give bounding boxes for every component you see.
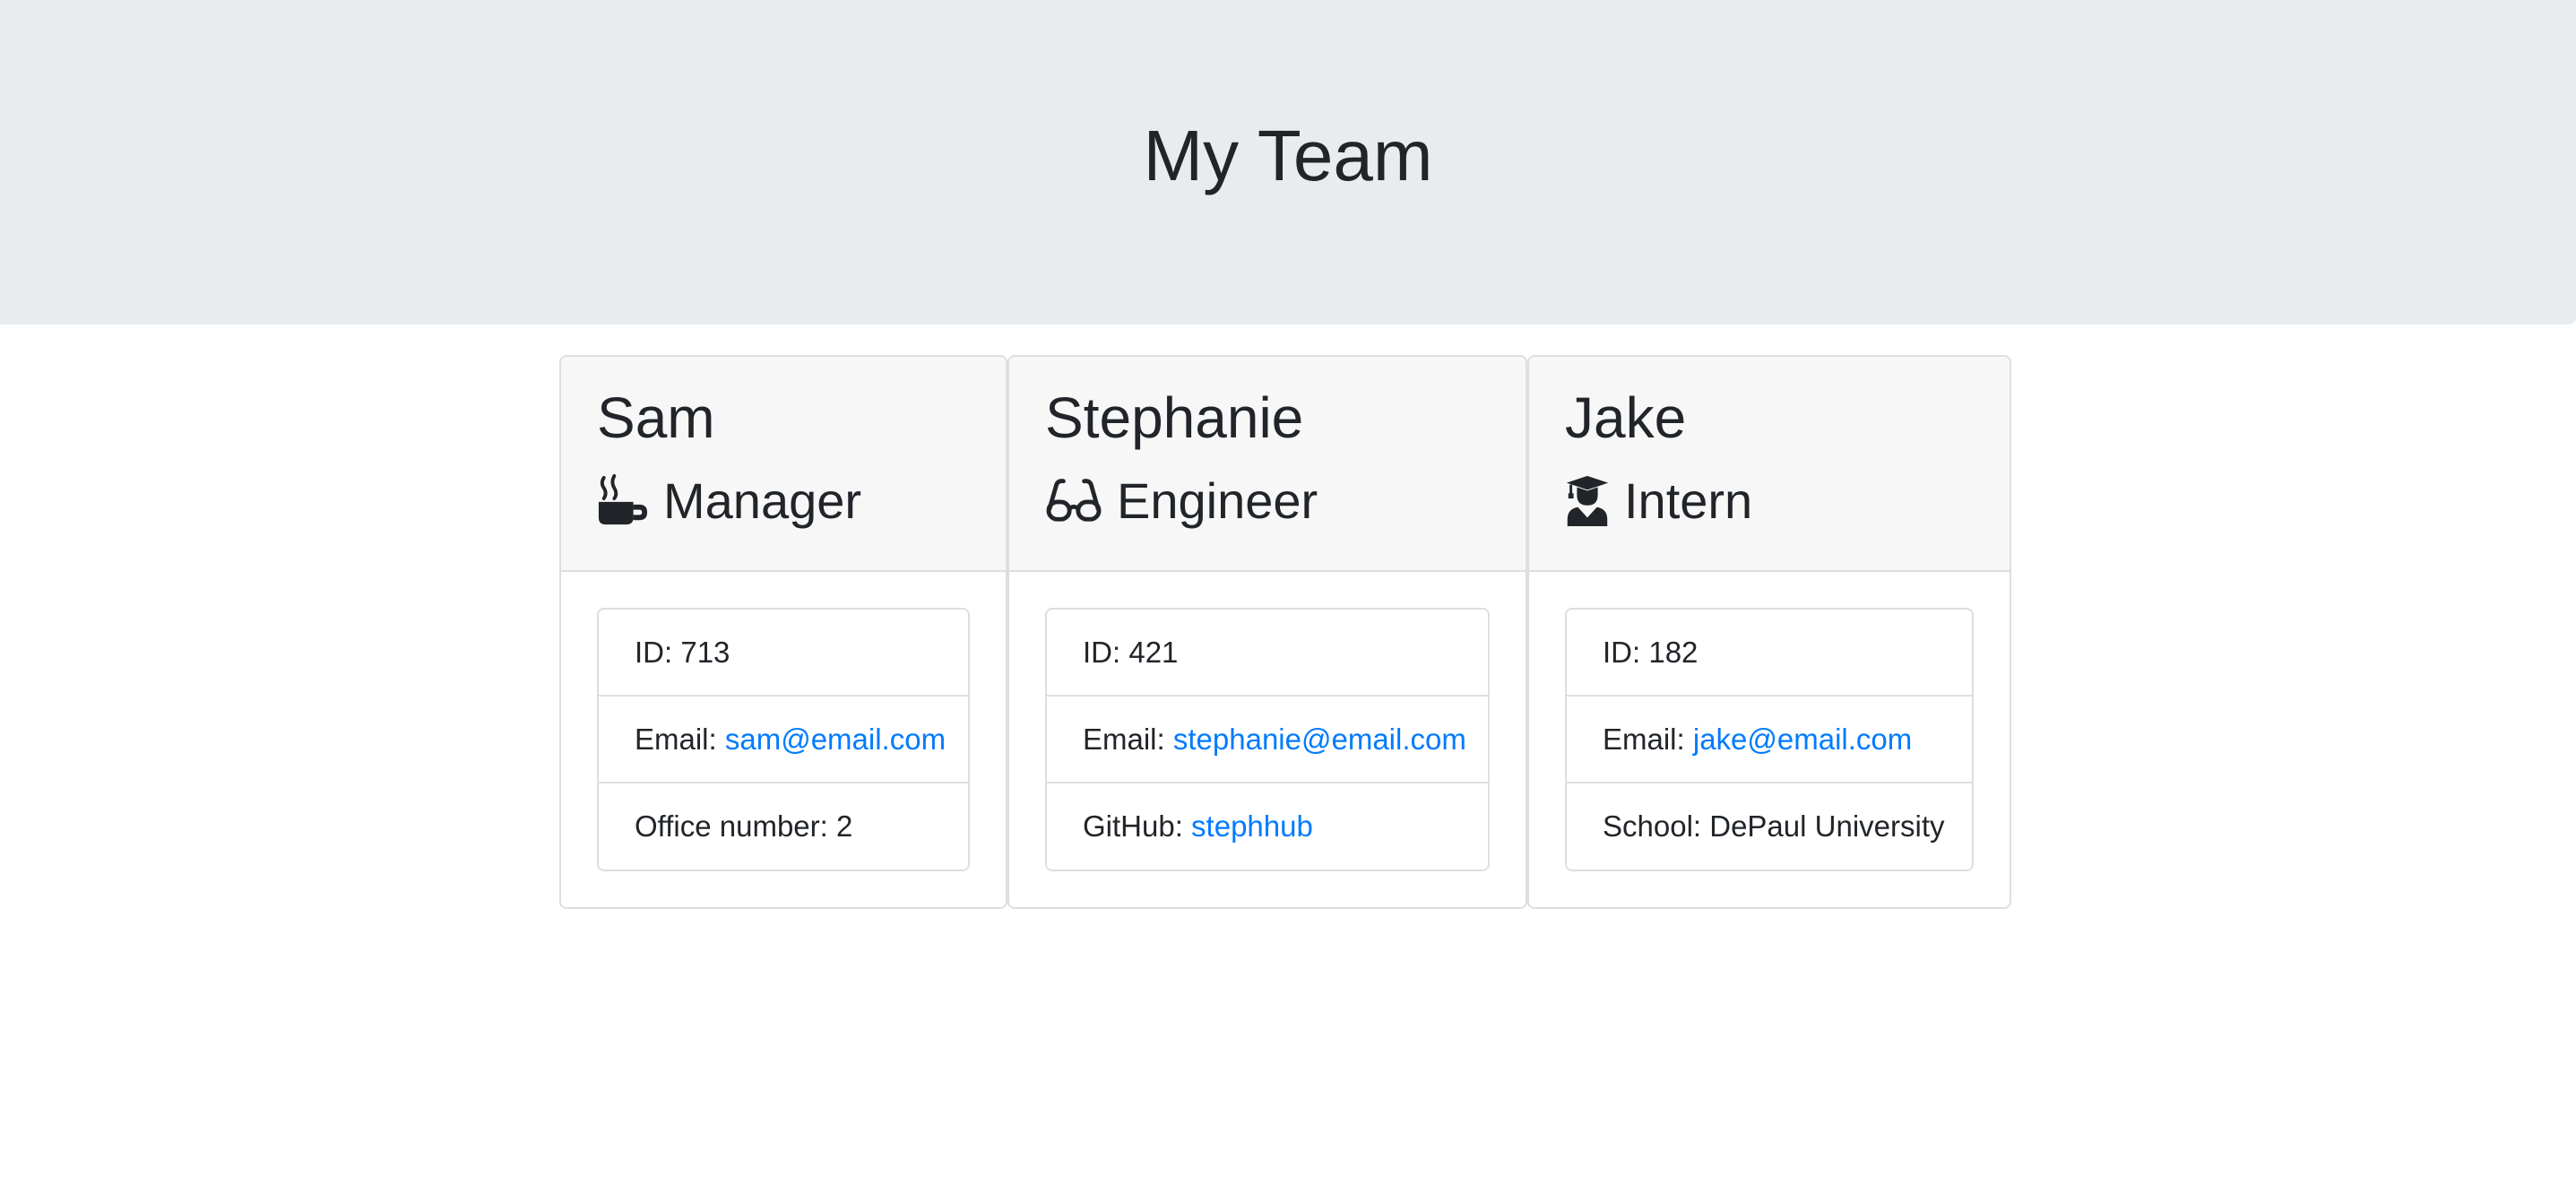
id-text: ID: 421	[1083, 635, 1179, 669]
email-link[interactable]: stephanie@email.com	[1173, 723, 1466, 757]
list-item-email: Email: jake@email.com	[1567, 697, 1972, 783]
list-item-email: Email: stephanie@email.com	[1047, 697, 1488, 783]
card-header: Jake Intern	[1529, 357, 2010, 572]
list-item-id: ID: 713	[599, 610, 968, 697]
employee-card-manager: Sam Manager ID: 713 Email: sam@email.com…	[559, 355, 1007, 909]
employee-role-label: Engineer	[1117, 472, 1318, 529]
employee-card-intern: Jake Intern ID: 182 Email: jake@email.co…	[1527, 355, 2011, 909]
list-item-id: ID: 421	[1047, 610, 1488, 697]
email-label: Email:	[1083, 722, 1173, 756]
employee-role: Intern	[1565, 464, 1752, 536]
list-item-id: ID: 182	[1567, 610, 1972, 697]
employee-name: Jake	[1565, 385, 1687, 450]
email-label: Email:	[1603, 722, 1693, 756]
glasses-icon	[1045, 474, 1102, 526]
card-header: Sam Manager	[561, 357, 1006, 572]
list-item-email: Email: sam@email.com	[599, 697, 968, 783]
employee-name: Sam	[597, 385, 715, 450]
office-number-text: Office number: 2	[635, 809, 853, 843]
page-header: My Team	[0, 0, 2576, 325]
list-item-school: School: DePaul University	[1567, 783, 1972, 870]
employee-details: ID: 713 Email: sam@email.com Office numb…	[597, 608, 970, 871]
employee-role-label: Manager	[663, 472, 862, 529]
github-link[interactable]: stephhub	[1191, 809, 1313, 844]
card-header: Stephanie Engineer	[1009, 357, 1526, 572]
github-label: GitHub:	[1083, 809, 1192, 843]
user-graduate-icon	[1565, 474, 1610, 526]
employee-role: Engineer	[1045, 464, 1318, 536]
email-link[interactable]: jake@email.com	[1693, 723, 1912, 757]
employee-role-label: Intern	[1624, 472, 1753, 529]
email-label: Email:	[635, 722, 725, 756]
employee-role: Manager	[597, 464, 861, 536]
page-title: My Team	[1143, 116, 1433, 195]
id-text: ID: 182	[1603, 635, 1699, 669]
employee-details: ID: 421 Email: stephanie@email.com GitHu…	[1045, 608, 1490, 871]
employee-name: Stephanie	[1045, 385, 1304, 450]
list-item-office-number: Office number: 2	[599, 783, 968, 870]
list-item-github: GitHub: stephhub	[1047, 783, 1488, 870]
id-text: ID: 713	[635, 635, 730, 669]
school-text: School: DePaul University	[1603, 809, 1945, 843]
employee-card-engineer: Stephanie Engineer ID: 421 Email: stepha…	[1007, 355, 1527, 909]
email-link[interactable]: sam@email.com	[725, 723, 946, 757]
employee-details: ID: 182 Email: jake@email.com School: De…	[1565, 608, 1974, 871]
mug-hot-icon	[597, 474, 649, 526]
